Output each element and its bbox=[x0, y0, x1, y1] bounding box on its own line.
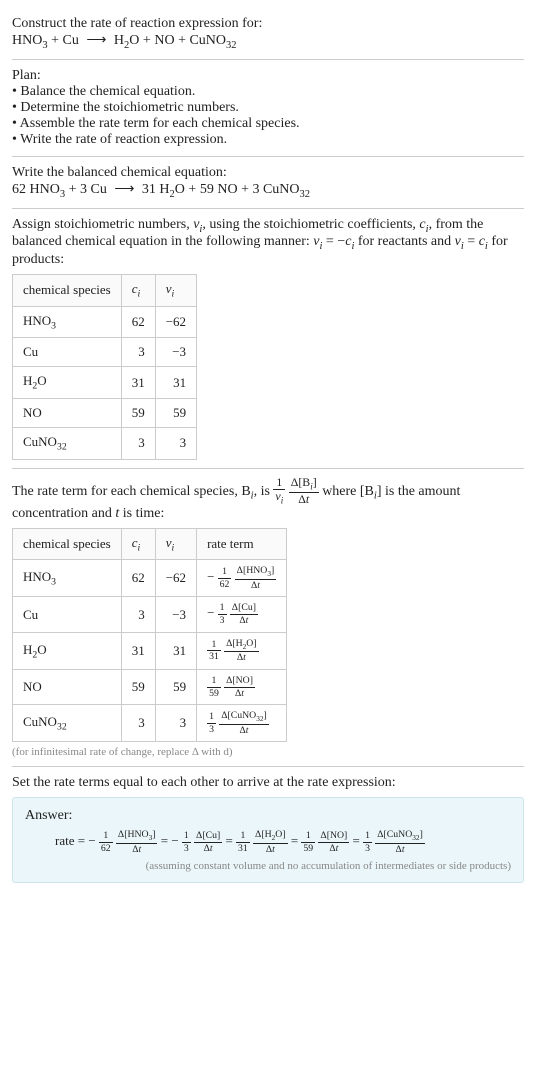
table-row: HNO3 62 −62 − 162 Δ[HNO3]Δt bbox=[13, 560, 287, 597]
stoich-intro: Assign stoichiometric numbers, νi, using… bbox=[12, 217, 524, 269]
plan-heading: Plan: bbox=[12, 68, 524, 84]
stoich-section: Assign stoichiometric numbers, νi, using… bbox=[12, 209, 524, 468]
table-row: NO 59 59 bbox=[13, 398, 197, 427]
col-species: chemical species bbox=[13, 275, 122, 307]
table-row: HNO3 62 −62 bbox=[13, 306, 197, 338]
col-ci: ci bbox=[121, 528, 155, 560]
answer-box: Answer: rate = − 162 Δ[HNO3]Δt = − 13 Δ[… bbox=[12, 797, 524, 883]
table-row: CuNO32 3 3 bbox=[13, 427, 197, 459]
col-nui: νi bbox=[155, 275, 196, 307]
rateterm-intro: The rate term for each chemical species,… bbox=[12, 477, 524, 522]
table-row: Cu 3 −3 bbox=[13, 338, 197, 367]
stoich-table: chemical species ci νi HNO3 62 −62 Cu 3 … bbox=[12, 274, 197, 459]
table-row: CuNO32 3 3 13 Δ[CuNO32]Δt bbox=[13, 705, 287, 742]
species-cuno32: CuNO32 bbox=[189, 33, 236, 48]
construct-title: Construct the rate of reaction expressio… bbox=[12, 16, 524, 32]
answer-note: (assuming constant volume and no accumul… bbox=[25, 860, 511, 872]
table-row: NO 59 59 159 Δ[NO]Δt bbox=[13, 669, 287, 705]
reaction-arrow: ⟶ bbox=[86, 32, 106, 49]
col-ci: ci bbox=[121, 275, 155, 307]
species-h2o: H2O bbox=[114, 33, 140, 48]
rateterm-section: The rate term for each chemical species,… bbox=[12, 469, 524, 767]
col-nui: νi bbox=[155, 528, 196, 560]
final-section: Set the rate terms equal to each other t… bbox=[12, 767, 524, 891]
unbalanced-equation: HNO3 + Cu ⟶ H2O + NO + CuNO32 bbox=[12, 32, 524, 51]
table-row: Cu 3 −3 − 13 Δ[Cu]Δt bbox=[13, 597, 287, 633]
balanced-equation: 62 HNO3 + 3 Cu ⟶ 31 H2O + 59 NO + 3 CuNO… bbox=[12, 181, 524, 200]
plan-section: Plan: Balance the chemical equation. Det… bbox=[12, 60, 524, 156]
species-hno3: HNO3 bbox=[12, 33, 48, 48]
table-header-row: chemical species ci νi bbox=[13, 275, 197, 307]
answer-equation: rate = − 162 Δ[HNO3]Δt = − 13 Δ[Cu]Δt = … bbox=[55, 830, 511, 854]
col-species: chemical species bbox=[13, 528, 122, 560]
col-rate: rate term bbox=[197, 528, 287, 560]
balanced-intro: Write the balanced chemical equation: bbox=[12, 165, 524, 181]
species-no: NO bbox=[154, 33, 174, 48]
header-section: Construct the rate of reaction expressio… bbox=[12, 8, 524, 59]
plan-item: Write the rate of reaction expression. bbox=[12, 132, 524, 148]
answer-label: Answer: bbox=[25, 808, 511, 824]
plan-list: Balance the chemical equation. Determine… bbox=[12, 84, 524, 148]
table-header-row: chemical species ci νi rate term bbox=[13, 528, 287, 560]
rateterm-table: chemical species ci νi rate term HNO3 62… bbox=[12, 528, 287, 743]
species-cu: Cu bbox=[63, 33, 79, 48]
final-intro: Set the rate terms equal to each other t… bbox=[12, 775, 524, 791]
plan-item: Assemble the rate term for each chemical… bbox=[12, 116, 524, 132]
rateterm-note: (for infinitesimal rate of change, repla… bbox=[12, 746, 524, 758]
balanced-section: Write the balanced chemical equation: 62… bbox=[12, 157, 524, 208]
plan-item: Determine the stoichiometric numbers. bbox=[12, 100, 524, 116]
table-row: H2O 31 31 131 Δ[H2O]Δt bbox=[13, 632, 287, 669]
table-row: H2O 31 31 bbox=[13, 367, 197, 399]
plan-item: Balance the chemical equation. bbox=[12, 84, 524, 100]
